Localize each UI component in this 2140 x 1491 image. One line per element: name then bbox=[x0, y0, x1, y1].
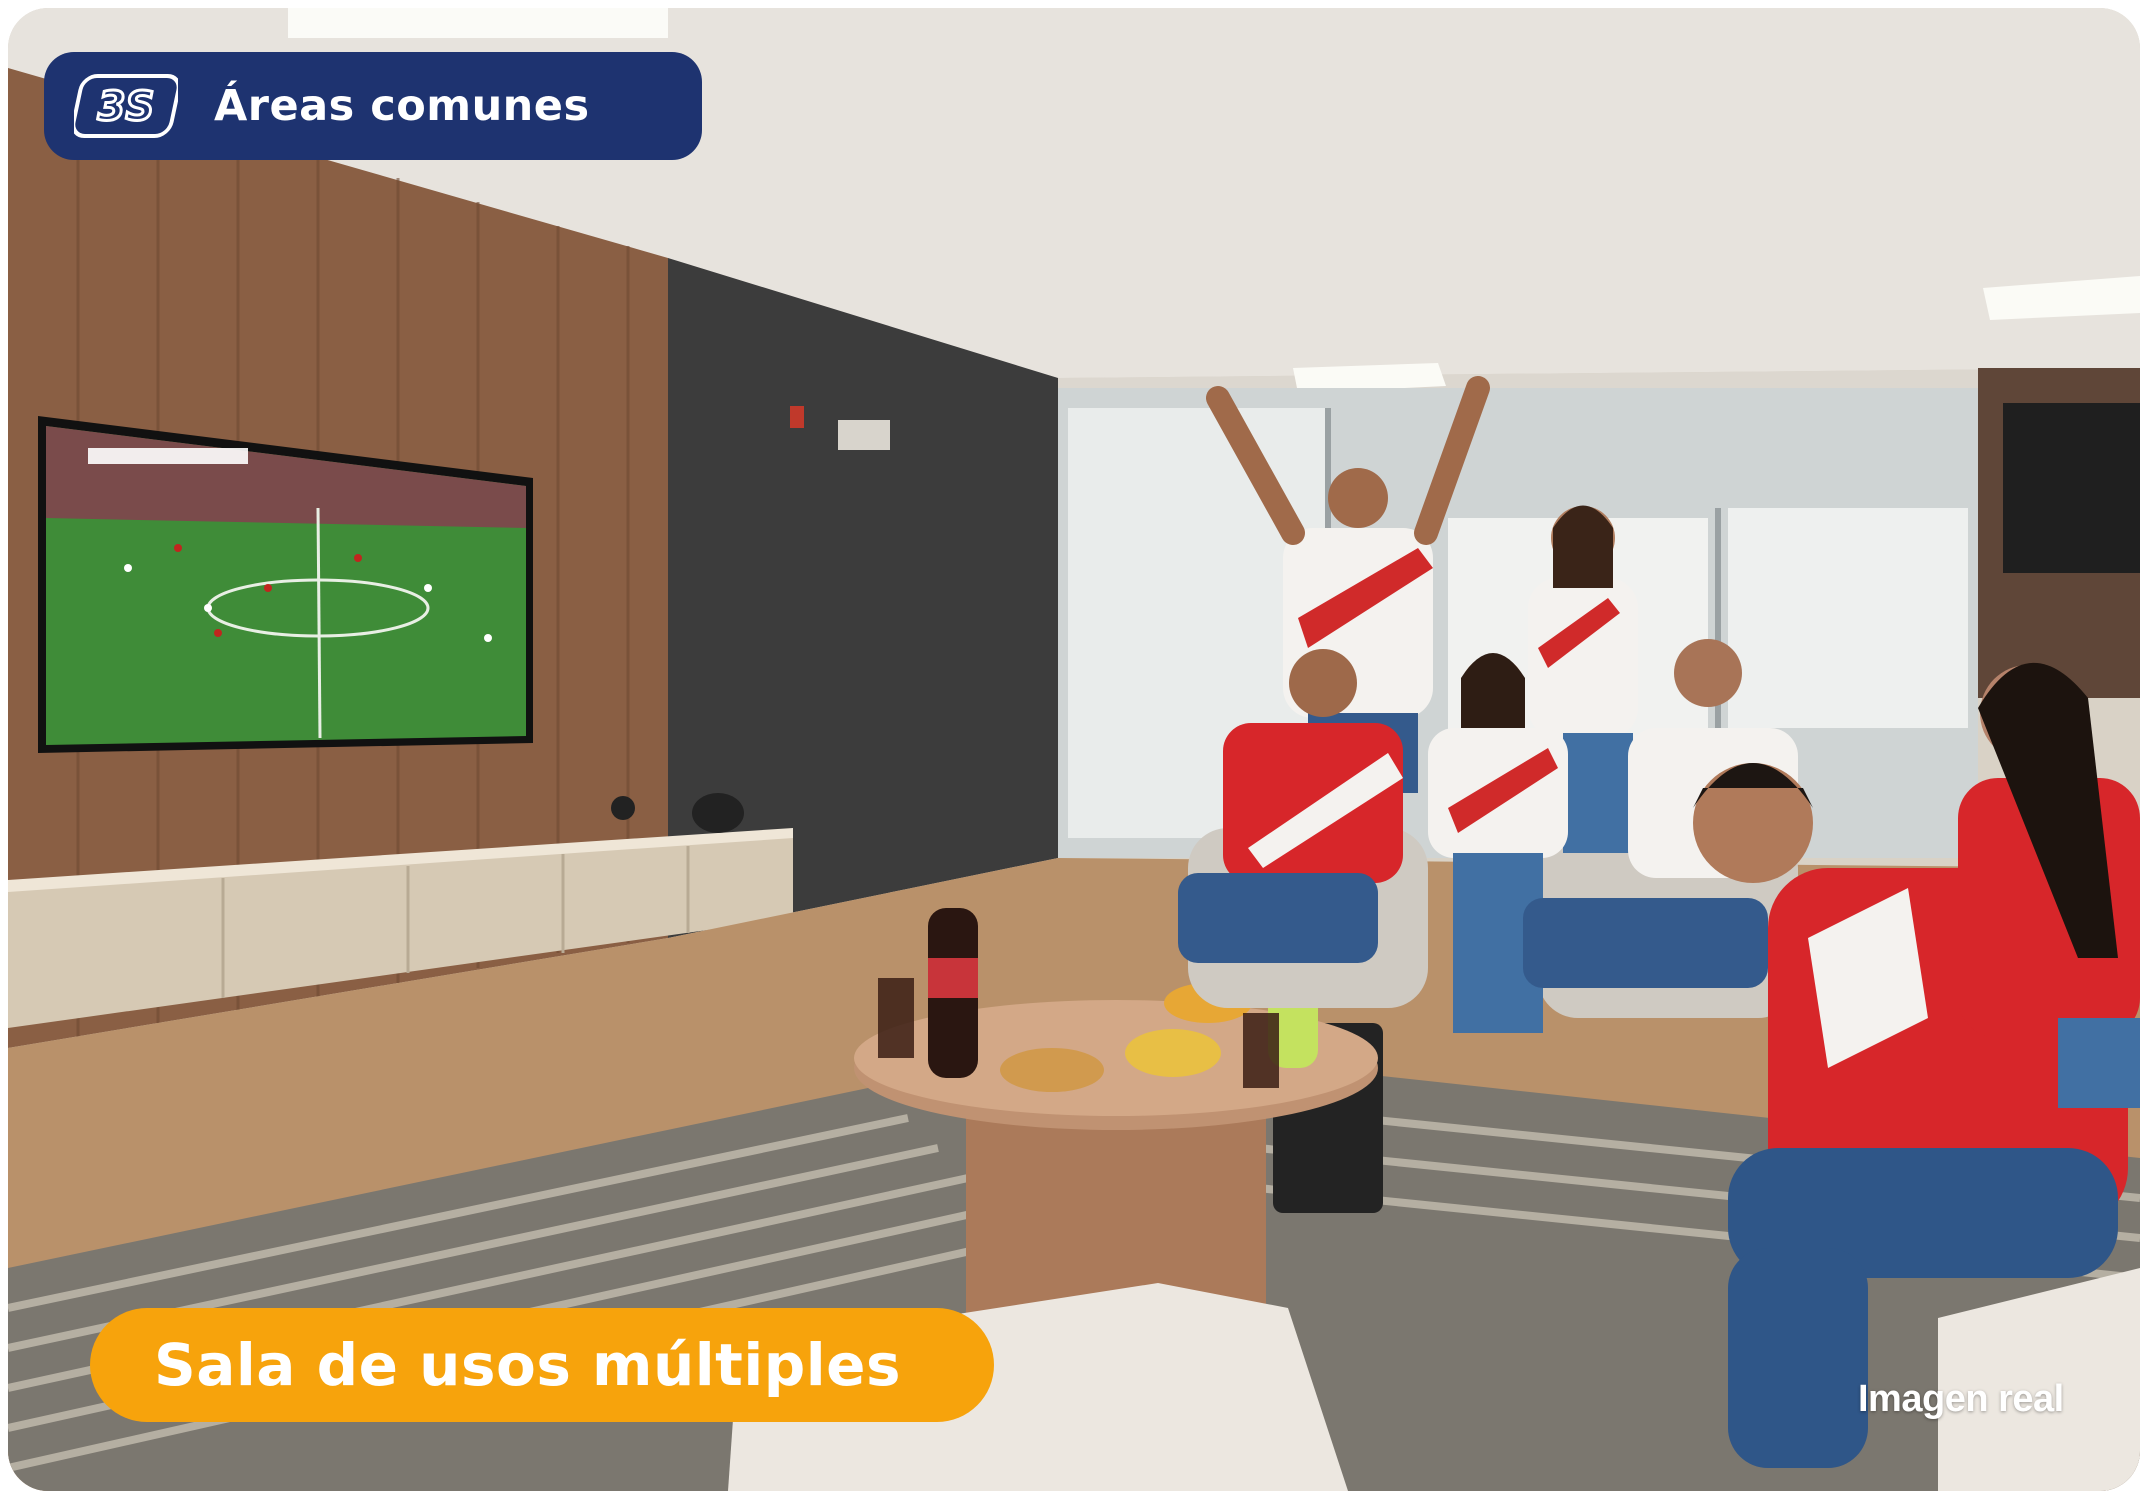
section-title: Áreas comunes bbox=[214, 81, 590, 131]
photo-frame: 3S Áreas comunes Sala de usos múltiples … bbox=[8, 8, 2140, 1491]
room-name: Sala de usos múltiples bbox=[154, 1331, 902, 1399]
ceiling-light bbox=[288, 8, 668, 38]
section-header: 3S Áreas comunes bbox=[44, 52, 702, 160]
room-photo bbox=[8, 8, 2140, 1491]
real-image-caption: Imagen real bbox=[1858, 1378, 2064, 1420]
svg-text:3S: 3S bbox=[98, 84, 155, 130]
3s-logo-icon: 3S bbox=[74, 73, 178, 139]
room-name-badge: Sala de usos múltiples bbox=[90, 1308, 994, 1422]
